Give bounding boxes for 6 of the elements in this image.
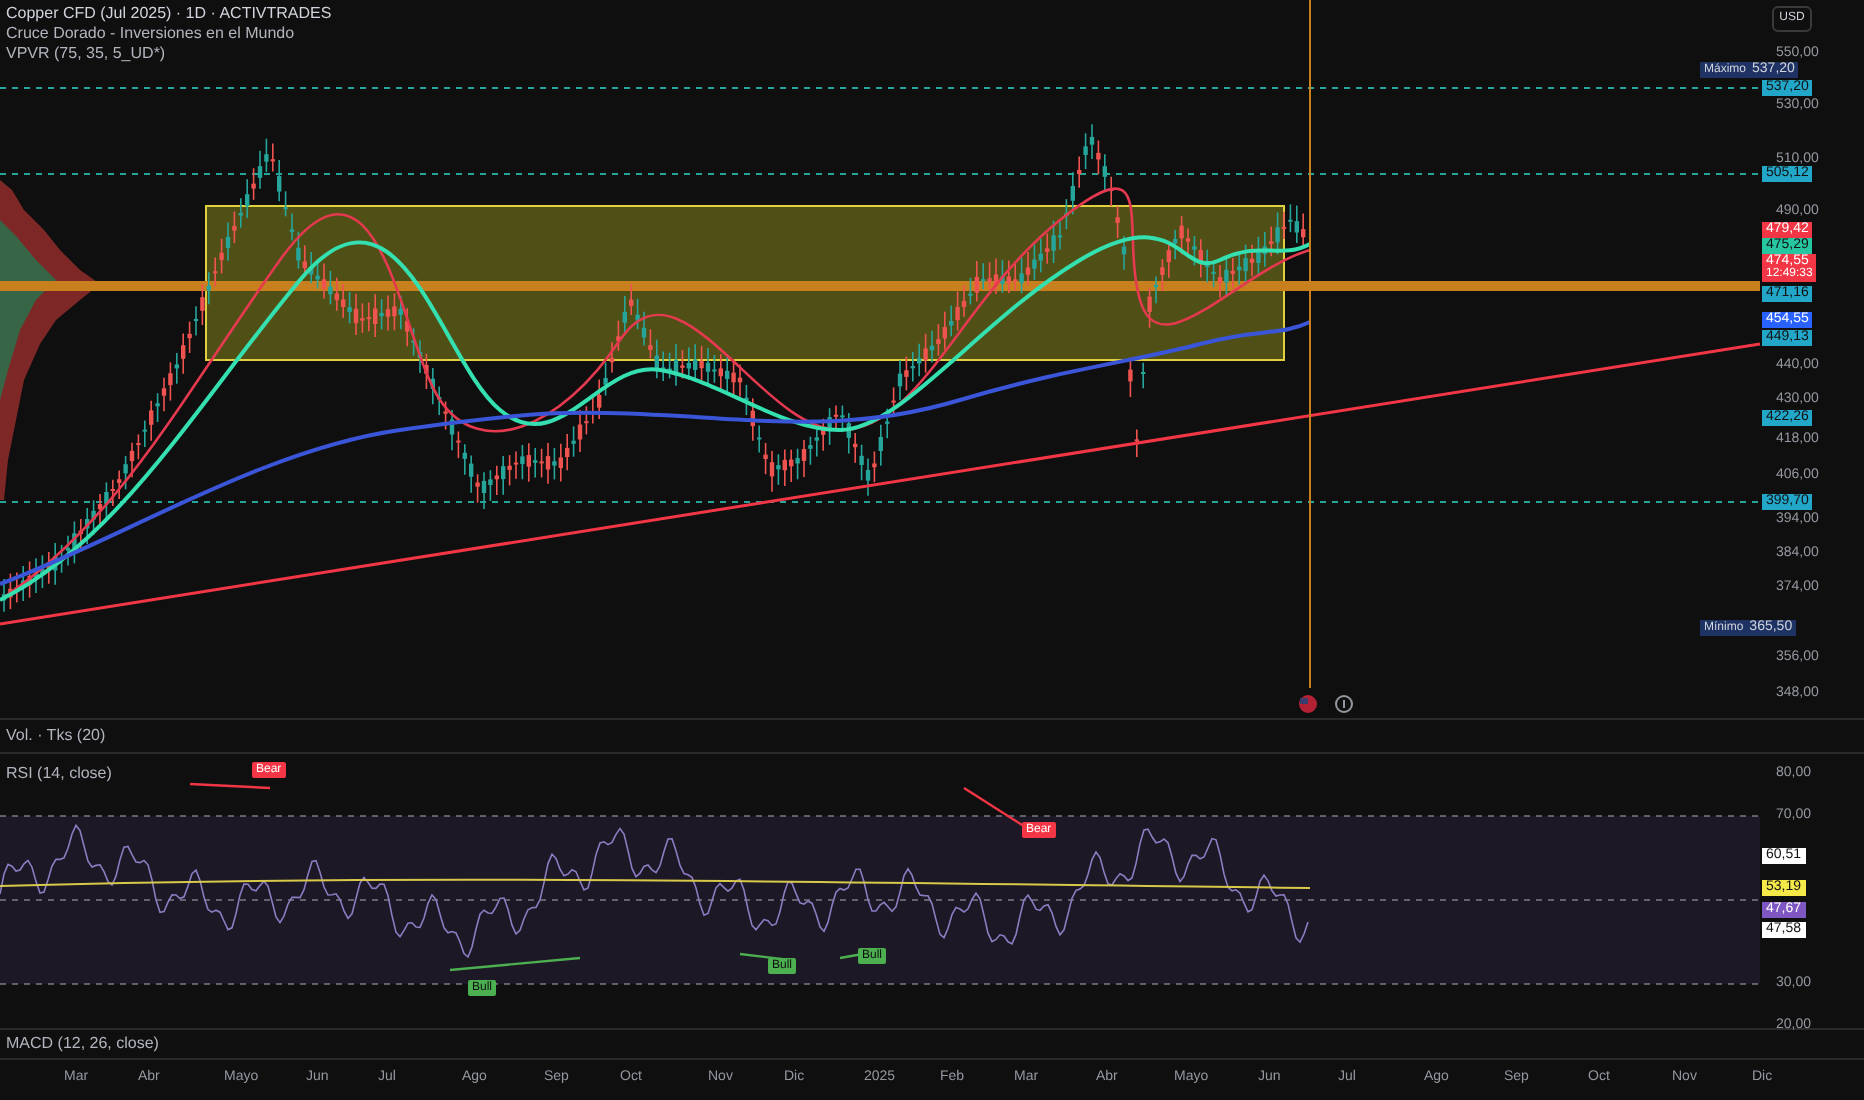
- legend-text: VPVR (75, 35, 5_UD*): [6, 44, 168, 64]
- legend-text: Cruce Dorado - Inversiones en el Mundo: [6, 24, 297, 44]
- volume-title: Vol. · Tks (20): [6, 724, 106, 748]
- rsi-title: RSI (14, close): [6, 762, 112, 786]
- legend-text: Copper CFD (Jul 2025) · 1D · ACTIVTRADES: [6, 4, 332, 24]
- macd-title: MACD (12, 26, close): [6, 1032, 159, 1056]
